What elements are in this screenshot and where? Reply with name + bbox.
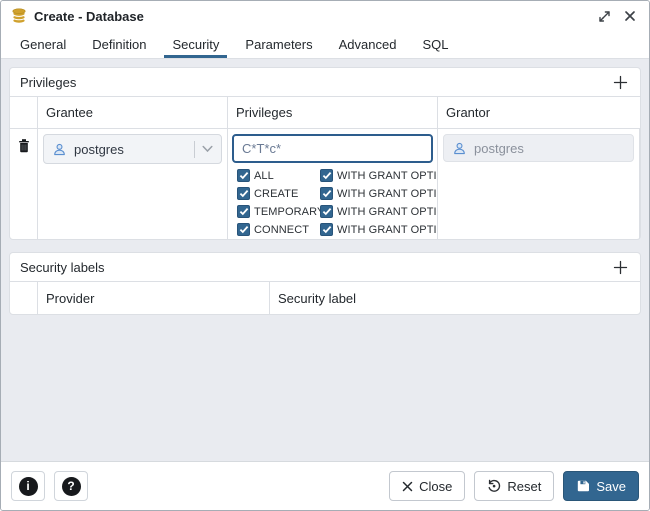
- database-icon: [11, 8, 27, 24]
- checkbox-all-grant-label: WITH GRANT OPTION: [337, 170, 438, 182]
- close-icon[interactable]: [621, 7, 639, 25]
- dialog-help-button[interactable]: ?: [54, 471, 88, 501]
- tab-parameters[interactable]: Parameters: [237, 31, 320, 58]
- security-labels-grid-header: Provider Security label: [10, 282, 640, 314]
- security-tab-content: Privileges Grantee Privileges Grantor: [1, 59, 649, 461]
- delete-column-header: [10, 97, 38, 128]
- save-floppy-icon: [576, 479, 590, 493]
- privileges-column-header: Privileges: [228, 97, 438, 128]
- user-icon: [452, 141, 467, 156]
- grantor-input: postgres: [443, 134, 634, 162]
- checkbox-all-label: ALL: [254, 170, 274, 182]
- expand-icon[interactable]: [595, 7, 614, 26]
- add-privilege-button[interactable]: [611, 73, 630, 92]
- privilege-row-temporary: TEMPORARY WITH GRANT OPTION: [237, 205, 433, 218]
- grantor-value: postgres: [474, 141, 524, 156]
- privileges-panel-header: Privileges: [10, 68, 640, 96]
- reset-button-label: Reset: [507, 479, 541, 494]
- provider-column-header: Provider: [38, 282, 270, 314]
- security-labels-grid: Provider Security label: [10, 281, 640, 314]
- close-button-label: Close: [419, 479, 452, 494]
- privileges-input[interactable]: [232, 134, 433, 163]
- delete-cell: [10, 129, 38, 239]
- select-divider: [194, 141, 195, 158]
- checkbox-temporary-grant-label: WITH GRANT OPTION: [337, 206, 438, 218]
- checkbox-all[interactable]: [237, 169, 250, 182]
- checkbox-temporary[interactable]: [237, 205, 250, 218]
- create-database-dialog: Create - Database General Definition Sec…: [0, 0, 650, 511]
- save-button[interactable]: Save: [563, 471, 639, 501]
- window-title: Create - Database: [34, 9, 144, 24]
- tab-advanced[interactable]: Advanced: [331, 31, 405, 58]
- grantee-value: postgres: [74, 142, 124, 157]
- checkbox-connect[interactable]: [237, 223, 250, 236]
- checkbox-temporary-grant[interactable]: [320, 205, 333, 218]
- sql-help-button[interactable]: i: [11, 471, 45, 501]
- grantee-cell: postgres: [38, 129, 228, 239]
- tab-definition[interactable]: Definition: [84, 31, 154, 58]
- privilege-row: postgres: [10, 129, 640, 239]
- reset-arrow-icon: [487, 479, 501, 493]
- privileges-cell: ALL WITH GRANT OPTION: [228, 129, 438, 239]
- privileges-grid: Grantee Privileges Grantor: [10, 96, 640, 239]
- delete-column-header: [10, 282, 38, 314]
- privilege-row-create: CREATE WITH GRANT OPTION: [237, 187, 433, 200]
- grantee-select[interactable]: postgres: [43, 134, 222, 164]
- security-labels-title: Security labels: [20, 260, 105, 275]
- checkbox-connect-label: CONNECT: [254, 224, 309, 236]
- titlebar: Create - Database: [1, 1, 649, 31]
- tab-security[interactable]: Security: [164, 31, 227, 58]
- security-labels-panel: Security labels Provider Security label: [9, 252, 641, 315]
- save-button-label: Save: [596, 479, 626, 494]
- grantor-column-header: Grantor: [438, 97, 640, 128]
- reset-button[interactable]: Reset: [474, 471, 554, 501]
- chevron-down-icon: [202, 145, 213, 153]
- security-labels-panel-header: Security labels: [10, 253, 640, 281]
- privileges-title: Privileges: [20, 75, 76, 90]
- tab-general[interactable]: General: [12, 31, 74, 58]
- privilege-row-connect: CONNECT WITH GRANT OPTION: [237, 223, 433, 236]
- checkbox-create-grant[interactable]: [320, 187, 333, 200]
- privileges-grid-header: Grantee Privileges Grantor: [10, 97, 640, 129]
- user-icon: [52, 142, 67, 157]
- privilege-row-all: ALL WITH GRANT OPTION: [237, 169, 433, 182]
- checkbox-all-grant[interactable]: [320, 169, 333, 182]
- checkbox-create[interactable]: [237, 187, 250, 200]
- checkbox-temporary-label: TEMPORARY: [254, 206, 324, 218]
- grantor-cell: postgres: [438, 129, 640, 239]
- dialog-footer: i ? Close Reset: [1, 461, 649, 510]
- grantee-column-header: Grantee: [38, 97, 228, 128]
- checkbox-connect-grant[interactable]: [320, 223, 333, 236]
- close-x-icon: [402, 481, 413, 492]
- privileges-panel: Privileges Grantee Privileges Grantor: [9, 67, 641, 240]
- delete-row-icon[interactable]: [17, 138, 31, 156]
- info-icon: i: [19, 477, 38, 496]
- add-security-label-button[interactable]: [611, 258, 630, 277]
- checkbox-create-label: CREATE: [254, 188, 298, 200]
- security-label-column-header: Security label: [270, 282, 640, 314]
- checkbox-create-grant-label: WITH GRANT OPTION: [337, 188, 438, 200]
- tab-sql[interactable]: SQL: [414, 31, 456, 58]
- help-icon: ?: [62, 477, 81, 496]
- close-button[interactable]: Close: [389, 471, 465, 501]
- checkbox-connect-grant-label: WITH GRANT OPTION: [337, 224, 438, 236]
- tabbar: General Definition Security Parameters A…: [1, 31, 649, 59]
